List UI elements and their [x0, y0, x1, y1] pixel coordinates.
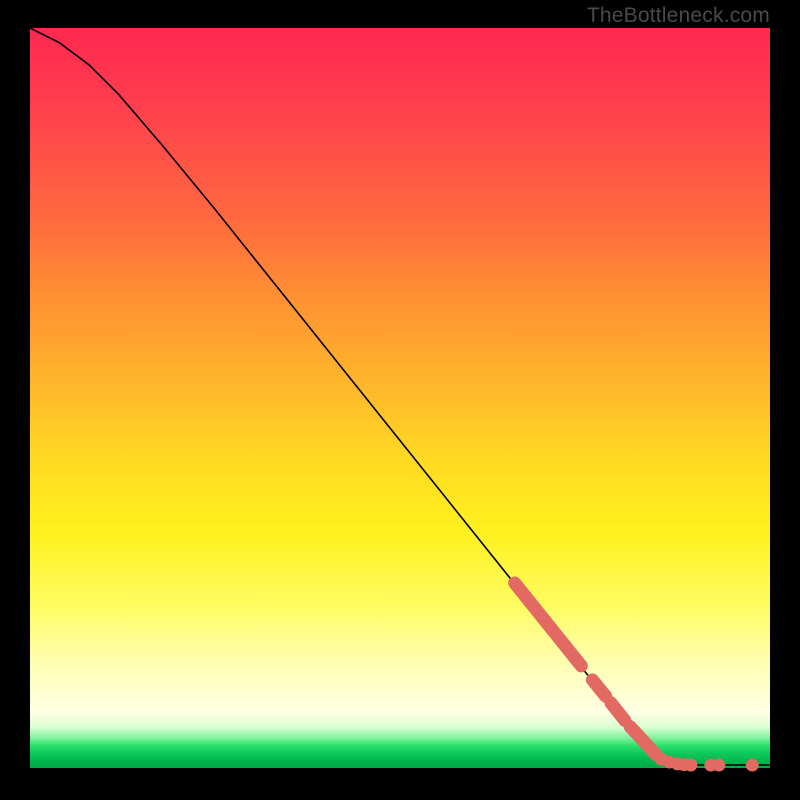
tail-marker: [684, 759, 697, 772]
tail-markers: [655, 753, 759, 772]
marker-segments: [515, 583, 656, 755]
plot-area: [30, 28, 770, 768]
marker-segment: [592, 680, 605, 696]
marker-segment: [630, 727, 656, 755]
chart-frame: TheBottleneck.com: [0, 0, 800, 800]
marker-segment: [515, 583, 582, 666]
bottleneck-curve: [30, 28, 770, 765]
watermark-label: TheBottleneck.com: [587, 4, 770, 28]
tail-marker: [746, 759, 759, 772]
marker-segment: [611, 703, 625, 721]
chart-svg: [30, 28, 770, 768]
tail-marker: [712, 759, 725, 772]
